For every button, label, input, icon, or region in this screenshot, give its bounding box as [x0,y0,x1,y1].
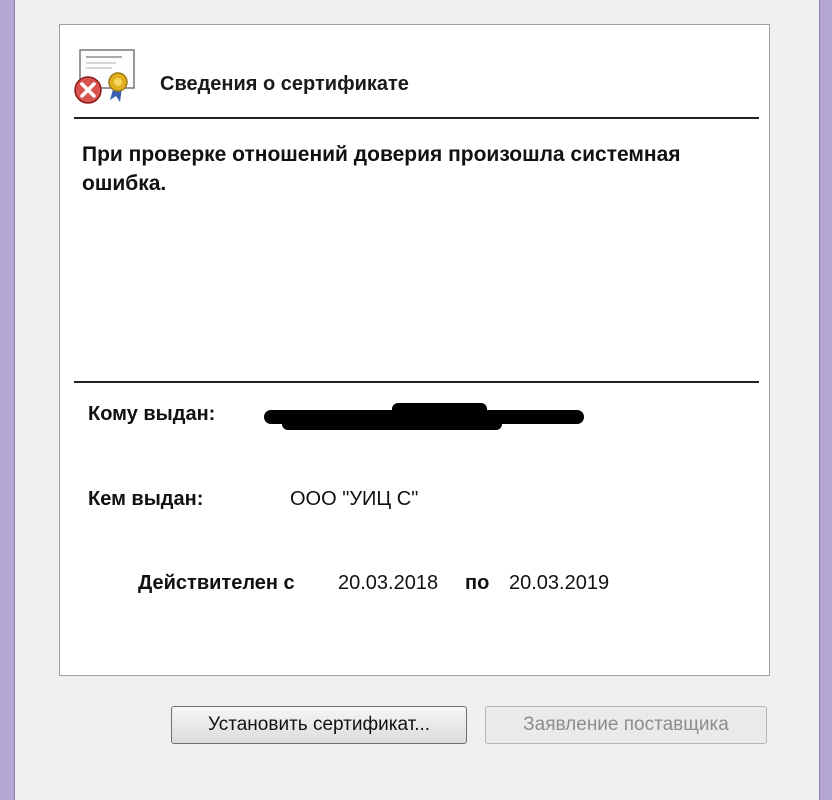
valid-from-date: 20.03.2018 [338,572,439,594]
error-message: При проверке отношений доверия произошла… [82,143,681,195]
certificate-error-icon [74,49,135,104]
issued-to-label: Кому выдан: [88,403,216,425]
certificate-info-panel: Сведения о сертификате При проверке отно… [59,24,770,676]
details-divider [74,381,759,383]
issuer-statement-button[interactable]: Заявление поставщика [485,706,767,744]
valid-from-label: Действителен с [138,572,295,594]
redacted-issued-to-stroke [282,418,502,430]
valid-to-label: по [465,572,490,594]
dialog-title: Сведения о сертификате [160,73,409,95]
redacted-issued-to-stroke [392,403,487,415]
issued-by-value: ООО "УИЦ С" [290,488,419,510]
install-certificate-button[interactable]: Установить сертификат... [171,706,467,744]
valid-to-date: 20.03.2019 [509,572,610,594]
header-divider [74,117,759,119]
certificate-window: Сведения о сертификате При проверке отно… [14,0,820,800]
issued-by-label: Кем выдан: [88,488,204,510]
